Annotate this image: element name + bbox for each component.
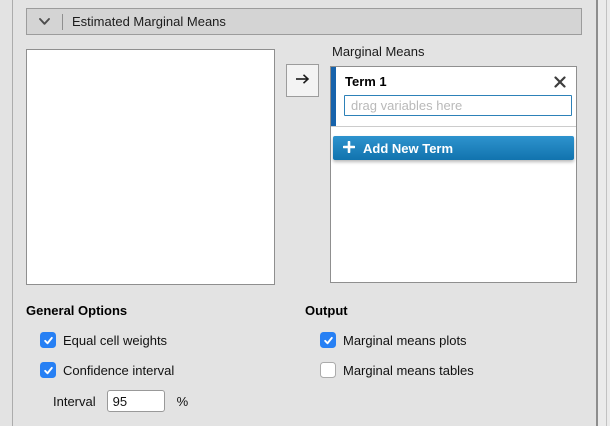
- interval-label: Interval: [53, 394, 96, 409]
- section-title: Estimated Marginal Means: [72, 14, 226, 29]
- section-header-estimated-marginal-means[interactable]: Estimated Marginal Means: [26, 8, 582, 35]
- arrow-right-icon: [294, 72, 311, 89]
- checkmark-icon: [323, 335, 334, 346]
- term-drop-zone-input[interactable]: [344, 95, 572, 116]
- term-title: Term 1: [345, 74, 387, 89]
- panel-left-divider: [12, 0, 13, 426]
- close-icon[interactable]: [553, 75, 567, 89]
- checkbox-marginal-means-tables[interactable]: [320, 362, 336, 378]
- checkbox-marginal-means-plots[interactable]: [320, 332, 336, 348]
- add-new-term-label: Add New Term: [363, 141, 453, 156]
- option-label: Marginal means plots: [343, 333, 467, 348]
- option-marginal-means-tables[interactable]: Marginal means tables: [320, 362, 474, 378]
- header-separator: [62, 14, 63, 30]
- marginal-means-label: Marginal Means: [332, 44, 425, 59]
- chevron-down-icon[interactable]: [38, 17, 51, 26]
- interval-setting-row: Interval %: [53, 390, 188, 412]
- checkbox-confidence-interval[interactable]: [40, 362, 56, 378]
- option-label: Marginal means tables: [343, 363, 474, 378]
- option-confidence-interval[interactable]: Confidence interval: [40, 362, 174, 378]
- interval-unit-label: %: [177, 394, 189, 409]
- available-variables-list[interactable]: [26, 49, 275, 285]
- general-options-heading: General Options: [26, 303, 127, 318]
- interval-value-input[interactable]: [107, 390, 165, 412]
- term-accent-bar: [331, 67, 336, 126]
- checkmark-icon: [43, 365, 54, 376]
- panel-right-gutter: [598, 0, 610, 426]
- panel-right-divider[interactable]: [596, 0, 598, 426]
- marginal-means-terms-box[interactable]: Term 1 Add New Term: [330, 66, 577, 283]
- option-label: Equal cell weights: [63, 333, 167, 348]
- plus-icon: [343, 141, 355, 156]
- add-new-term-button[interactable]: Add New Term: [333, 136, 574, 160]
- term-item: Term 1: [331, 67, 576, 127]
- option-label: Confidence interval: [63, 363, 174, 378]
- checkbox-equal-cell-weights[interactable]: [40, 332, 56, 348]
- option-equal-cell-weights[interactable]: Equal cell weights: [40, 332, 167, 348]
- splitter-line: [606, 0, 607, 426]
- estimated-marginal-means-panel: Estimated Marginal Means Marginal Means …: [0, 0, 610, 426]
- output-heading: Output: [305, 303, 348, 318]
- checkmark-icon: [43, 335, 54, 346]
- assign-variable-button[interactable]: [286, 64, 319, 97]
- option-marginal-means-plots[interactable]: Marginal means plots: [320, 332, 467, 348]
